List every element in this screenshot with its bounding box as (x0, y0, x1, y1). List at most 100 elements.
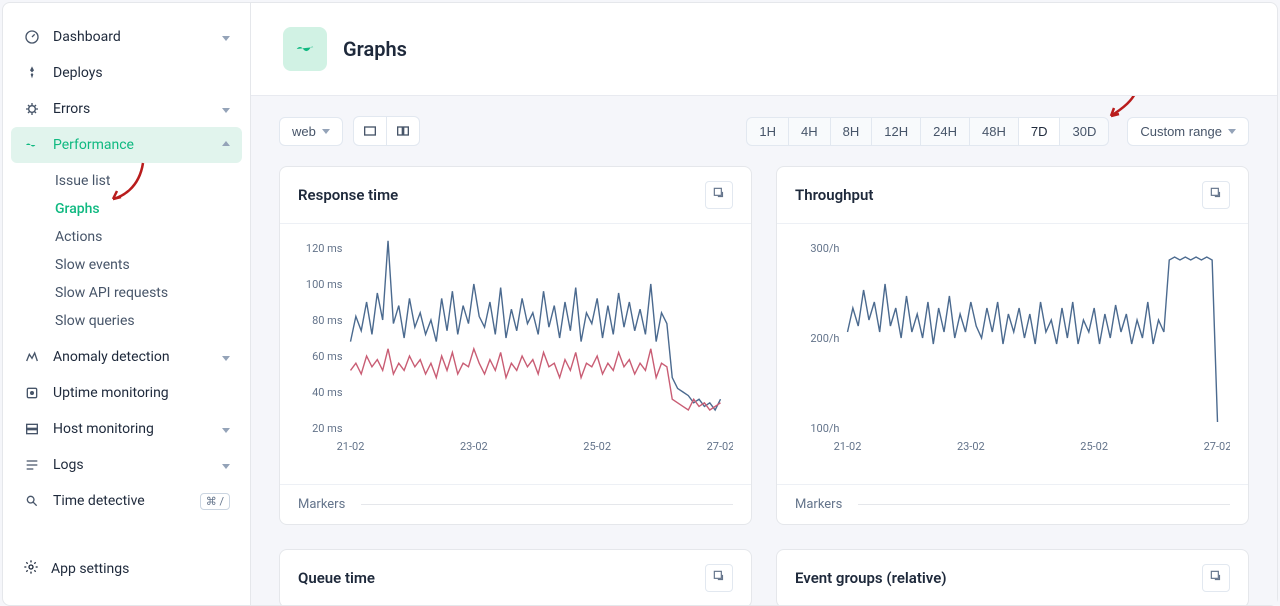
range-48H[interactable]: 48H (970, 117, 1019, 146)
page-title: Graphs (343, 37, 407, 61)
nav-dashboard[interactable]: Dashboard (11, 19, 242, 55)
nav-performance[interactable]: Performance (11, 127, 242, 163)
time-range-group: 1H4H8H12H24H48H7D30D (746, 117, 1109, 146)
svg-text:25-02: 25-02 (1080, 440, 1108, 453)
anomaly-icon (23, 348, 41, 366)
sidebar: Dashboard Deploys Errors Performance Iss… (3, 3, 251, 605)
card-queue-time: Queue time (279, 549, 752, 605)
svg-text:100 ms: 100 ms (306, 278, 343, 291)
svg-text:120 ms: 120 ms (306, 242, 343, 255)
namespace-select[interactable]: web (279, 117, 343, 146)
detective-icon (23, 492, 41, 510)
layout-split-button[interactable] (387, 116, 420, 146)
markers-track (858, 504, 1230, 505)
nav-label: Errors (53, 101, 90, 117)
range-24H[interactable]: 24H (921, 117, 970, 146)
nav-logs[interactable]: Logs (11, 447, 242, 483)
nav-anomaly[interactable]: Anomaly detection (11, 339, 242, 375)
svg-text:27-02: 27-02 (707, 440, 733, 453)
nav-deploys[interactable]: Deploys (11, 55, 242, 91)
nav-errors[interactable]: Errors (11, 91, 242, 127)
export-button[interactable] (705, 181, 733, 209)
nav-time-detective[interactable]: Time detective ⌘ / (11, 483, 242, 519)
sub-slow-queries[interactable]: Slow queries (51, 307, 242, 335)
range-12H[interactable]: 12H (872, 117, 921, 146)
svg-text:21-02: 21-02 (834, 440, 862, 453)
performance-submenu: Issue list Graphs Actions Slow events Sl… (11, 163, 242, 339)
chart-response-time: 20 ms 40 ms 60 ms 80 ms 100 ms 120 ms 21-02 23-… (280, 224, 751, 484)
bug-icon (23, 100, 41, 118)
card-title: Response time (298, 186, 398, 204)
page-icon (283, 27, 327, 71)
card-title: Queue time (298, 569, 375, 587)
custom-range-label: Custom range (1140, 124, 1222, 139)
markers-label: Markers (795, 497, 842, 512)
svg-text:300/h: 300/h (810, 242, 839, 255)
chevron-down-icon (1228, 129, 1236, 134)
sub-slow-api[interactable]: Slow API requests (51, 279, 242, 307)
range-4H[interactable]: 4H (789, 117, 831, 146)
export-button[interactable] (705, 564, 733, 592)
svg-text:200/h: 200/h (810, 332, 839, 345)
layout-single-button[interactable] (353, 116, 387, 146)
card-response-time: Response time 20 ms 40 ms 60 ms 80 ms 100 ms… (279, 166, 752, 525)
custom-range-button[interactable]: Custom range (1127, 117, 1249, 146)
nav-label: Dashboard (53, 29, 121, 45)
markers-row: Markers (777, 484, 1248, 524)
content-area: web 1H4H8H12H24H48H7D30D Custom range (251, 95, 1277, 605)
gauge-icon (23, 28, 41, 46)
svg-text:100/h: 100/h (810, 422, 839, 435)
svg-text:80 ms: 80 ms (312, 314, 343, 327)
kbd-shortcut: ⌘ / (200, 493, 230, 510)
markers-track (361, 504, 733, 505)
card-throughput: Throughput 100/h 200/h 300/h 21-02 23-02 25-0… (776, 166, 1249, 525)
svg-text:27-02: 27-02 (1204, 440, 1230, 453)
range-8H[interactable]: 8H (831, 117, 873, 146)
chevron-down-icon (222, 101, 230, 117)
nav-label: Anomaly detection (53, 349, 170, 365)
card-title: Throughput (795, 186, 873, 204)
svg-text:60 ms: 60 ms (312, 350, 343, 363)
chart-throughput: 100/h 200/h 300/h 21-02 23-02 25-02 27-02 (777, 224, 1248, 484)
svg-text:23-02: 23-02 (460, 440, 488, 453)
sub-graphs[interactable]: Graphs (51, 195, 242, 223)
chevron-down-icon (222, 421, 230, 437)
chevron-down-icon (222, 349, 230, 365)
export-button[interactable] (1202, 564, 1230, 592)
nav-host[interactable]: Host monitoring (11, 411, 242, 447)
layout-toggle (353, 116, 420, 146)
sub-issue-list[interactable]: Issue list (51, 167, 242, 195)
markers-row: Markers (280, 484, 751, 524)
nav-uptime[interactable]: Uptime monitoring (11, 375, 242, 411)
header: Graphs (251, 3, 1277, 95)
main: Graphs web 1H4H8H12H24H48H7D30D (251, 3, 1277, 605)
server-icon (23, 420, 41, 438)
nav-label: Uptime monitoring (53, 385, 169, 401)
svg-text:21-02: 21-02 (337, 440, 365, 453)
nav-label: Time detective (53, 493, 145, 509)
markers-label: Markers (298, 497, 345, 512)
nav-label: Logs (53, 457, 84, 473)
export-button[interactable] (1202, 181, 1230, 209)
card-event-groups: Event groups (relative) (776, 549, 1249, 605)
chevron-down-icon (322, 129, 330, 134)
nav-label: Host monitoring (53, 421, 154, 437)
sub-actions[interactable]: Actions (51, 223, 242, 251)
rocket-icon (23, 64, 41, 82)
svg-text:40 ms: 40 ms (312, 386, 343, 399)
speed-icon (23, 136, 41, 154)
logs-icon (23, 456, 41, 474)
sub-slow-events[interactable]: Slow events (51, 251, 242, 279)
app-settings[interactable]: App settings (11, 549, 242, 589)
svg-text:23-02: 23-02 (957, 440, 985, 453)
chevron-down-icon (222, 457, 230, 473)
svg-text:20 ms: 20 ms (312, 422, 343, 435)
range-30D[interactable]: 30D (1060, 117, 1109, 146)
uptime-icon (23, 384, 41, 402)
svg-text:25-02: 25-02 (583, 440, 611, 453)
toolbar: web 1H4H8H12H24H48H7D30D Custom range (279, 116, 1249, 146)
namespace-value: web (292, 124, 316, 139)
range-7D[interactable]: 7D (1019, 117, 1061, 146)
nav-label: Deploys (53, 65, 103, 81)
range-1H[interactable]: 1H (746, 117, 789, 146)
